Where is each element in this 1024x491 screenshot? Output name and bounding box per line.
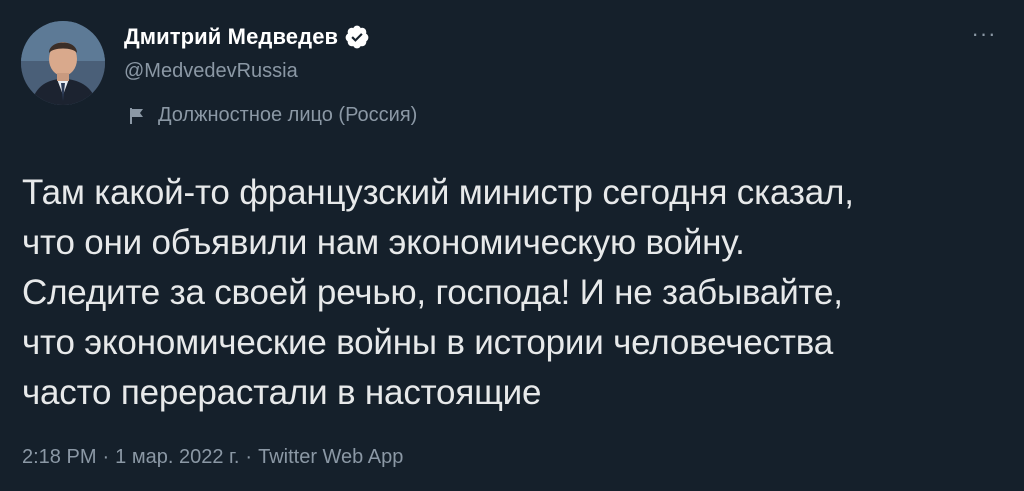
tweet-text-line: что они объявили нам экономическую войну… xyxy=(22,223,745,262)
tweet-text-line: Следите за своей речью, господа! И не за… xyxy=(22,273,843,312)
tweet-text-line: Там какой-то французский министр сегодня… xyxy=(22,173,854,212)
author-handle[interactable]: @MedvedevRussia xyxy=(124,60,298,83)
tweet-time[interactable]: 2:18 PM xyxy=(22,446,96,469)
flag-icon xyxy=(128,106,146,126)
account-label[interactable]: Должностное лицо (Россия) xyxy=(128,104,417,127)
tweet-source[interactable]: Twitter Web App xyxy=(258,446,403,469)
avatar[interactable] xyxy=(21,21,105,105)
tweet-text-line: часто перерастали в настоящие xyxy=(22,373,542,412)
verified-badge-icon xyxy=(344,24,370,50)
display-name[interactable]: Дмитрий Медведев xyxy=(124,24,338,50)
meta-separator: · xyxy=(102,446,110,468)
tweet-card: Дмитрий Медведев @MedvedevRussia ··· Дол… xyxy=(0,0,1024,491)
meta-separator: · xyxy=(245,446,253,468)
tweet-meta: 2:18 PM · 1 мар. 2022 г. · Twitter Web A… xyxy=(22,446,403,469)
tweet-date[interactable]: 1 мар. 2022 г. xyxy=(115,446,239,469)
tweet-text-line: что экономические войны в истории челове… xyxy=(22,323,833,362)
tweet-text: Там какой-то французский министр сегодня… xyxy=(22,168,1007,418)
author-name-row: Дмитрий Медведев xyxy=(124,24,370,50)
more-glyph: ··· xyxy=(971,21,997,46)
more-icon[interactable]: ··· xyxy=(966,22,1002,46)
account-label-text: Должностное лицо (Россия) xyxy=(158,104,418,126)
